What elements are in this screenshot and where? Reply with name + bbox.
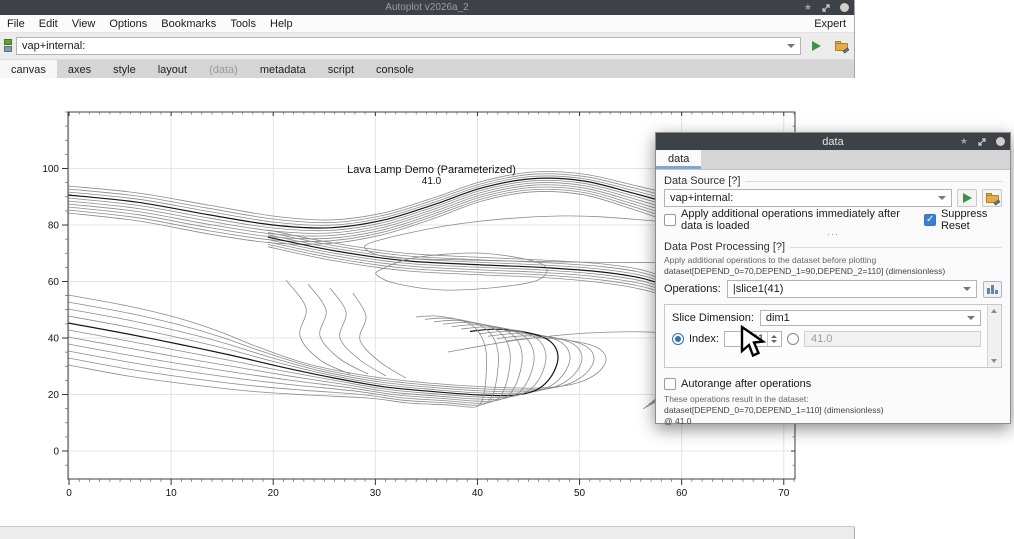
- index-row: Index: 41 41.0: [672, 331, 981, 347]
- mouse-cursor: [740, 325, 766, 359]
- status-bar: [0, 526, 854, 539]
- apply-immediately-row: Apply additional operations immediately …: [664, 212, 1002, 227]
- dialog-title: data: [656, 136, 1010, 148]
- post-processing-group-header: Data Post Processing [?]: [664, 240, 1002, 253]
- dialog-window-menu-icon[interactable]: [996, 137, 1005, 146]
- play-icon: [963, 193, 972, 203]
- dialog-resize-icon[interactable]: [977, 137, 987, 147]
- y-tick-label: 60: [48, 277, 60, 288]
- menu-tools[interactable]: Tools: [223, 18, 263, 30]
- chevron-down-icon[interactable]: [787, 44, 795, 48]
- inspect-uri-button[interactable]: [831, 37, 851, 55]
- datasource-status-icon: [4, 39, 13, 54]
- data-source-group-header: Data Source [?]: [664, 174, 1002, 187]
- x-tick-label: 40: [472, 488, 484, 499]
- input-dataset-info: dataset[DEPEND_0=70,DEPEND_1=90,DEPEND_2…: [664, 266, 1002, 277]
- operations-picker-button[interactable]: [983, 281, 1002, 298]
- slice-editor-panel: Slice Dimension: dim1 Index: 41 41.0: [664, 304, 1002, 368]
- chevron-down-icon[interactable]: [967, 316, 975, 320]
- data-source-label: Data Source [?]: [664, 175, 740, 187]
- menu-bookmarks[interactable]: Bookmarks: [154, 18, 223, 30]
- apply-immediately-checkbox[interactable]: [664, 214, 676, 226]
- autorange-checkbox[interactable]: [664, 378, 676, 390]
- x-tick-label: 10: [166, 488, 178, 499]
- post-processing-label: Data Post Processing [?]: [664, 241, 785, 253]
- uri-input[interactable]: vap+internal:: [16, 37, 801, 55]
- operations-row: Operations: |slice1(41): [664, 280, 1002, 298]
- chevron-down-icon[interactable]: [963, 287, 971, 291]
- y-tick-label: 40: [48, 334, 60, 345]
- x-tick-label: 30: [370, 488, 382, 499]
- play-icon: [812, 41, 821, 51]
- dialog-inspect-button[interactable]: [982, 189, 1002, 207]
- x-tick-label: 0: [66, 488, 72, 499]
- collapse-handle[interactable]: ···: [664, 231, 1002, 240]
- menu-view[interactable]: View: [65, 18, 103, 30]
- dialog-tabs: data: [656, 150, 1010, 170]
- data-dialog: data ★ data Data Source [?] vap+internal…: [655, 132, 1011, 424]
- x-tick-label: 50: [574, 488, 586, 499]
- filter-bars-icon: [987, 288, 990, 294]
- dialog-tab-data[interactable]: data: [656, 150, 701, 169]
- y-tick-label: 0: [53, 447, 59, 458]
- pin-icon[interactable]: ★: [804, 3, 812, 12]
- dialog-uri-value: vap+internal:: [670, 192, 733, 204]
- index-radio[interactable]: [672, 333, 684, 345]
- x-tick-label: 20: [268, 488, 280, 499]
- scroll-up-icon[interactable]: [991, 309, 997, 313]
- y-tick-label: 100: [42, 164, 59, 175]
- uri-bar: vap+internal:: [0, 33, 854, 60]
- x-tick-label: 60: [676, 488, 688, 499]
- folder-edit-icon: [986, 193, 999, 203]
- dialog-body: Data Source [?] vap+internal: Apply addi…: [656, 170, 1010, 431]
- resize-icon[interactable]: [821, 3, 831, 13]
- scroll-down-icon[interactable]: [991, 359, 997, 363]
- slice-dimension-row: Slice Dimension: dim1: [672, 310, 981, 326]
- slice-dimension-value: dim1: [766, 312, 790, 324]
- value-radio[interactable]: [787, 333, 799, 345]
- result-at-value: @ 41.0: [664, 416, 1002, 427]
- result-caption: These operations result in the dataset:: [664, 394, 1002, 405]
- uri-value: vap+internal:: [22, 40, 85, 52]
- post-processing-description: Apply additional operations to the datas…: [664, 255, 1002, 266]
- dialog-uri-input[interactable]: vap+internal:: [664, 189, 952, 207]
- expert-mode-label[interactable]: Expert: [814, 18, 854, 30]
- menu-bar: File Edit View Options Bookmarks Tools H…: [0, 15, 854, 33]
- panel-scrollbar[interactable]: [987, 305, 1001, 367]
- operations-label: Operations:: [664, 283, 721, 295]
- index-label: Index:: [689, 333, 719, 345]
- menu-options[interactable]: Options: [102, 18, 154, 30]
- window-title: Autoplot v2026a_2: [0, 2, 854, 13]
- main-titlebar: Autoplot v2026a_2 ★: [0, 0, 854, 15]
- chevron-down-icon[interactable]: [938, 196, 946, 200]
- menu-edit[interactable]: Edit: [32, 18, 65, 30]
- dialog-titlebar[interactable]: data ★: [656, 133, 1010, 150]
- y-tick-label: 20: [48, 390, 60, 401]
- autorange-row: Autorange after operations: [664, 376, 1002, 391]
- x-tick-label: 70: [778, 488, 790, 499]
- autorange-label: Autorange after operations: [681, 378, 811, 390]
- slice-dimension-select[interactable]: dim1: [760, 310, 981, 326]
- window-menu-icon[interactable]: [840, 3, 849, 12]
- result-dataset: dataset[DEPEND_0=70,DEPEND_1=110] (dimen…: [664, 405, 1002, 416]
- spin-up-icon[interactable]: [771, 335, 777, 338]
- spin-down-icon[interactable]: [771, 340, 777, 343]
- menu-file[interactable]: File: [0, 18, 32, 30]
- value-field: 41.0: [804, 331, 981, 347]
- suppress-reset-checkbox[interactable]: [924, 214, 936, 226]
- suppress-reset-label: Suppress Reset: [941, 208, 1002, 232]
- apply-immediately-label: Apply additional operations immediately …: [681, 208, 919, 232]
- data-source-row: vap+internal:: [664, 189, 1002, 207]
- dialog-pin-icon[interactable]: ★: [960, 137, 968, 146]
- operations-input[interactable]: |slice1(41): [727, 280, 977, 298]
- operations-value: |slice1(41): [733, 283, 784, 295]
- folder-edit-icon: [835, 41, 848, 51]
- dialog-go-button[interactable]: [957, 189, 977, 207]
- go-button[interactable]: [806, 37, 826, 55]
- y-tick-label: 80: [48, 221, 60, 232]
- menu-help[interactable]: Help: [263, 18, 300, 30]
- slice-dimension-label: Slice Dimension:: [672, 312, 754, 324]
